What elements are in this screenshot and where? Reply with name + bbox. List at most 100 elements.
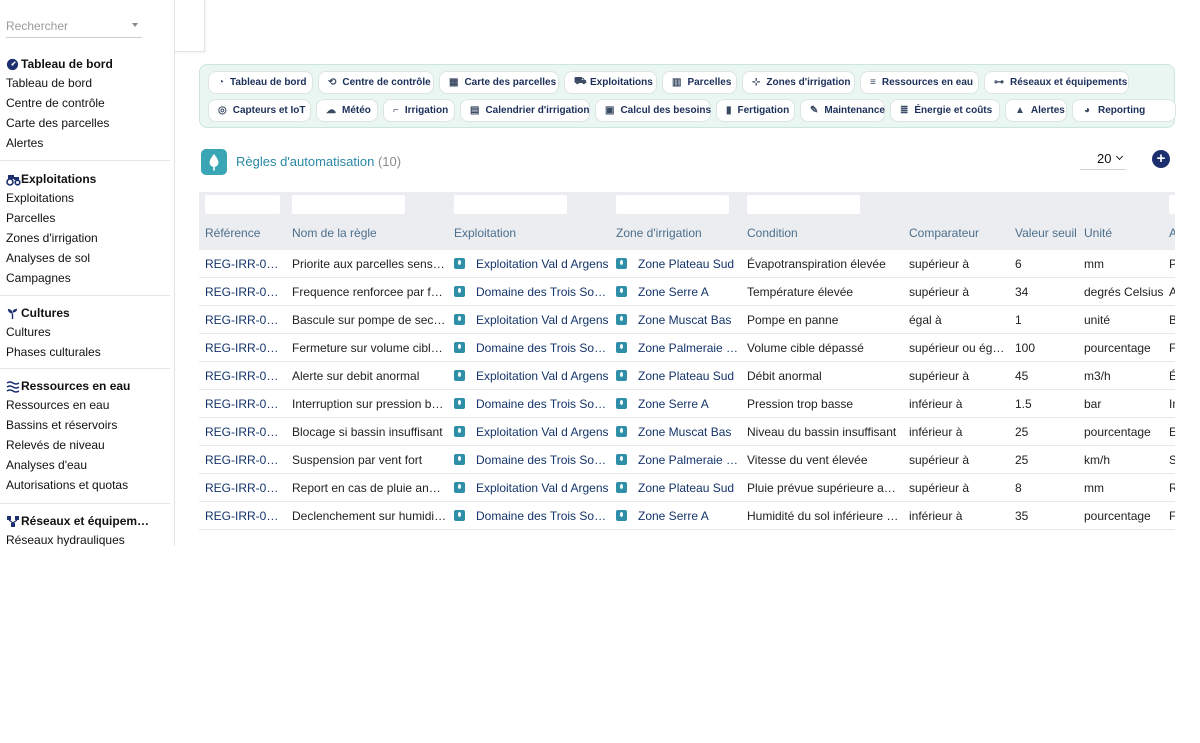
toolbar-button[interactable]: ⟲ Centre de contrôle <box>318 71 434 94</box>
sidebar-section-header[interactable]: Tableau de bord <box>0 55 174 73</box>
table-cell[interactable]: REG-IRR-0001 <box>205 509 285 523</box>
table-row[interactable]: REG-IRR-0006 Alerte sur debit anormal Expl… <box>199 362 1175 390</box>
table-cell[interactable]: REG-IRR-0007 <box>205 341 285 355</box>
sidebar-item[interactable]: Zones d'irrigation <box>0 228 174 248</box>
sidebar-toggle[interactable] <box>175 0 205 52</box>
sidebar-item[interactable]: Phases culturales <box>0 342 174 362</box>
chevron-down-icon[interactable] <box>132 23 138 27</box>
table-cell[interactable]: Zone Serre A <box>638 285 740 299</box>
sidebar-item[interactable]: Bassins et réservoirs <box>0 415 174 435</box>
table-row[interactable]: REG-IRR-0007 Fermeture sur volume cible a… <box>199 334 1175 362</box>
column-filter-input[interactable] <box>454 195 567 214</box>
table-row[interactable]: REG-IRR-0005 Interruption sur pression ba… <box>199 390 1175 418</box>
table-cell[interactable]: REG-IRR-0003 <box>205 453 285 467</box>
toolbar-button[interactable]: ▮ Fertigation <box>716 99 795 122</box>
sidebar-item[interactable]: Centre de contrôle <box>0 93 174 113</box>
table-cell[interactable]: Zone Plateau Sud <box>638 481 740 495</box>
toolbar-button[interactable]: ▣ Calcul des besoins <box>595 99 711 122</box>
sidebar-item[interactable]: Cultures <box>0 322 174 342</box>
table-cell[interactable]: Exploitation Val d Argens <box>476 313 609 327</box>
table-cell[interactable]: Exploitation Val d Argens <box>476 369 609 383</box>
toolbar-button[interactable]: ▥ Parcelles <box>662 71 737 94</box>
toolbar-button[interactable]: ≡ Ressources en eau <box>860 71 979 94</box>
sidebar-item[interactable]: Autorisations et quotas <box>0 475 174 495</box>
sidebar-item[interactable]: Ressources en eau <box>0 395 174 415</box>
table-cell[interactable]: REG-IRR-0005 <box>205 397 285 411</box>
table-cell[interactable]: Exploitation Val d Argens <box>476 257 609 271</box>
table-cell[interactable]: REG-IRR-0002 <box>205 481 285 495</box>
column-header[interactable]: Comparateur <box>909 226 979 240</box>
sidebar-item[interactable]: Carte des parcelles <box>0 113 174 133</box>
sidebar-section-header[interactable]: Exploitations <box>0 170 174 188</box>
table-row[interactable]: REG-IRR-0002 Report en cas de pluie annon… <box>199 474 1175 502</box>
column-filter-input[interactable] <box>616 195 729 214</box>
sidebar-item[interactable]: Relevés de niveau <box>0 435 174 455</box>
table-cell[interactable]: REG-IRR-0009 <box>205 285 285 299</box>
sidebar-section-header[interactable]: Réseaux et équipem… <box>0 512 174 530</box>
table-row[interactable]: REG-IRR-0009 Frequence renforcee par fort… <box>199 278 1175 306</box>
add-rule-button[interactable]: + <box>1152 150 1170 168</box>
toolbar-button[interactable]: ⊶ Réseaux et équipements <box>984 71 1129 94</box>
toolbar-button[interactable]: ▦ Carte des parcelles <box>439 71 559 94</box>
sidebar-item[interactable]: Exploitations <box>0 188 174 208</box>
table-cell[interactable]: Zone Plateau Sud <box>638 257 740 271</box>
table-row[interactable]: REG-IRR-0003 Suspension par vent fort Doma… <box>199 446 1175 474</box>
table-cell[interactable]: Domaine des Trois Sources <box>476 341 609 355</box>
toolbar-button[interactable]: ✎ Maintenance <box>800 99 885 122</box>
table-row[interactable]: REG-IRR-0004 Blocage si bassin insuffisan… <box>199 418 1175 446</box>
toolbar-button[interactable]: ◎ Capteurs et IoT <box>208 99 311 122</box>
table-cell[interactable]: Zone Muscat Bas <box>638 313 740 327</box>
toolbar-button[interactable]: ▤ Calendrier d'irrigation <box>460 99 590 122</box>
page-size-select[interactable]: 20 <box>1080 148 1126 170</box>
sidebar-section-header[interactable]: Cultures <box>0 304 174 322</box>
column-header[interactable]: A <box>1169 226 1175 240</box>
sidebar-item[interactable]: Campagnes <box>0 268 174 288</box>
table-cell[interactable]: Zone Muscat Bas <box>638 425 740 439</box>
sidebar-item[interactable]: Analyses de sol <box>0 248 174 268</box>
table-row[interactable]: REG-IRR-0010 Priorite aux parcelles sensi… <box>199 250 1175 278</box>
table-cell[interactable]: Exploitation Val d Argens <box>476 481 609 495</box>
table-cell[interactable]: Zone Palmeraie Est <box>638 453 740 467</box>
table-cell[interactable]: Domaine des Trois Sources <box>476 397 609 411</box>
sidebar-section-header[interactable]: Ressources en eau <box>0 377 174 395</box>
table-cell[interactable]: Zone Serre A <box>638 397 740 411</box>
sidebar-item[interactable]: Parcelles <box>0 208 174 228</box>
table-cell[interactable]: Domaine des Trois Sources <box>476 509 609 523</box>
column-filter-input[interactable] <box>1169 195 1175 214</box>
table-cell[interactable]: Exploitation Val d Argens <box>476 425 609 439</box>
table-cell[interactable]: REG-IRR-0008 <box>205 313 285 327</box>
column-header[interactable]: Exploitation <box>454 226 516 240</box>
toolbar-button[interactable]: ▲ Alertes <box>1005 99 1067 122</box>
table-cell[interactable]: Domaine des Trois Sources <box>476 453 609 467</box>
toolbar-button[interactable]: ≣ Énergie et coûts <box>890 99 1000 122</box>
search-select[interactable]: Rechercher <box>6 14 142 38</box>
table-cell[interactable]: REG-IRR-0004 <box>205 425 285 439</box>
sidebar-item[interactable]: Alertes <box>0 133 174 153</box>
table-cell[interactable]: Zone Palmeraie Est <box>638 341 740 355</box>
toolbar-button[interactable]: ◕ Reporting <box>1072 99 1176 122</box>
table-row[interactable]: REG-IRR-0008 Bascule sur pompe de secours… <box>199 306 1175 334</box>
toolbar-button[interactable]: ⛟ Exploitations <box>564 71 657 94</box>
column-filter-input[interactable] <box>747 195 860 214</box>
sidebar-item[interactable]: Tableau de bord <box>0 73 174 93</box>
table-cell[interactable]: REG-IRR-0010 <box>205 257 285 271</box>
sidebar-item[interactable]: Analyses d'eau <box>0 455 174 475</box>
table-row[interactable]: REG-IRR-0001 Declenchement sur humidite b… <box>199 502 1175 530</box>
toolbar-button[interactable]: ⌐ Irrigation <box>383 99 455 122</box>
table-cell[interactable]: Zone Plateau Sud <box>638 369 740 383</box>
toolbar-button[interactable]: ⊹ Zones d'irrigation <box>742 71 855 94</box>
column-filter-input[interactable] <box>205 195 280 214</box>
table-cell[interactable]: Zone Serre A <box>638 509 740 523</box>
toolbar-button[interactable]: ◔ Tableau de bord <box>208 71 313 94</box>
column-header[interactable]: Unité <box>1084 226 1112 240</box>
toolbar-button[interactable]: ☁ Météo <box>316 99 378 122</box>
column-header[interactable]: Zone d'irrigation <box>616 226 702 240</box>
column-header[interactable]: Nom de la règle <box>292 226 377 240</box>
table-cell[interactable]: REG-IRR-0006 <box>205 369 285 383</box>
table-cell[interactable]: Domaine des Trois Sources <box>476 285 609 299</box>
column-header[interactable]: Référence <box>205 226 260 240</box>
column-header[interactable]: Condition <box>747 226 798 240</box>
column-filter-input[interactable] <box>292 195 405 214</box>
column-header[interactable]: Valeur seuil <box>1015 226 1077 240</box>
sidebar-item[interactable]: Réseaux hydrauliques <box>0 530 174 546</box>
